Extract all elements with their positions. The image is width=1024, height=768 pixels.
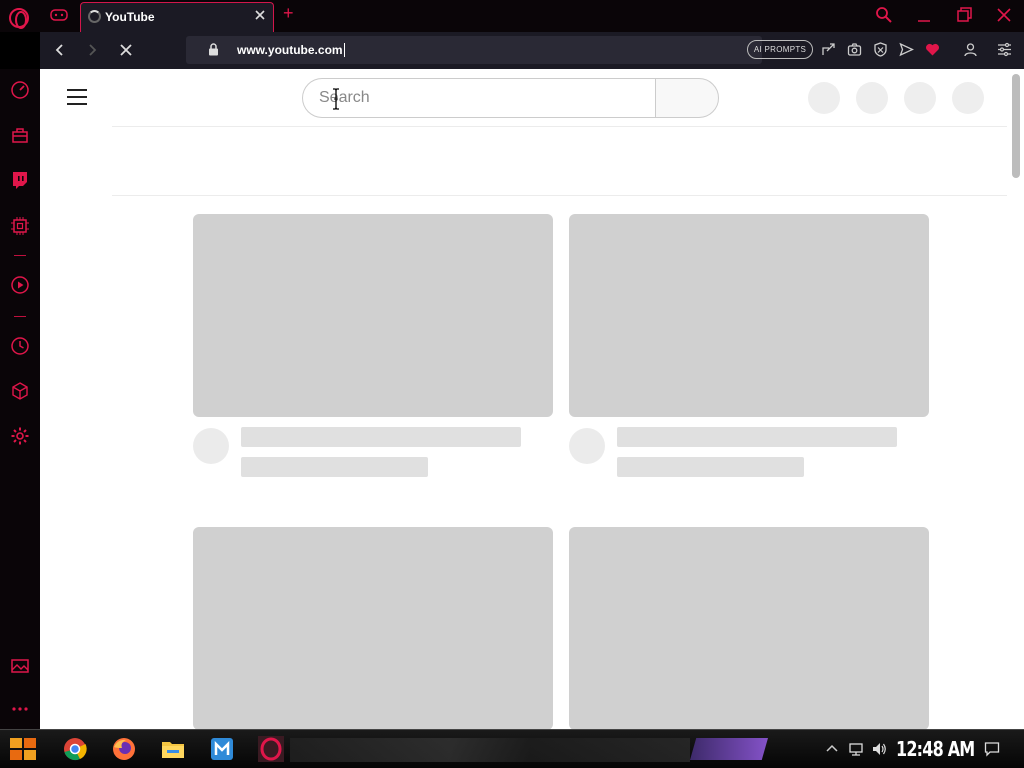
gx-control-icon[interactable] — [50, 8, 68, 22]
browser-sidebar — [0, 69, 40, 729]
ai-prompts-button[interactable]: AI PROMPTS — [747, 40, 813, 59]
forward-button[interactable] — [84, 42, 100, 58]
taskbar-clock[interactable]: 12:48 AM — [896, 737, 975, 761]
meta-placeholder — [617, 457, 804, 477]
search-tabs-icon[interactable] — [875, 6, 893, 24]
text-cursor-icon — [333, 88, 339, 110]
address-bar: www.youtube.com AI PROMPTS — [40, 32, 1024, 69]
speed-dial-icon[interactable] — [10, 80, 30, 100]
sidebar-divider — [14, 255, 26, 256]
thumbnail-placeholder — [193, 527, 553, 729]
youtube-page — [40, 69, 1024, 729]
tab-close-icon[interactable] — [253, 8, 267, 22]
menu-line — [67, 96, 87, 98]
maxthon-icon[interactable] — [208, 735, 236, 763]
menu-line — [67, 103, 87, 105]
header-divider — [112, 126, 1007, 127]
lock-icon[interactable] — [208, 43, 219, 56]
channel-avatar-placeholder — [569, 428, 605, 464]
taskbar-accent-decoration — [690, 738, 768, 760]
minimize-button[interactable] — [915, 6, 933, 24]
share-icon[interactable] — [821, 42, 836, 57]
camera-icon[interactable] — [847, 42, 862, 57]
volume-icon[interactable] — [871, 741, 887, 757]
send-icon[interactable] — [899, 42, 914, 57]
close-window-button[interactable] — [995, 6, 1013, 24]
gx-control-panel-icon[interactable] — [10, 216, 30, 236]
back-button[interactable] — [52, 42, 68, 58]
file-explorer-icon[interactable] — [159, 735, 187, 763]
url-text[interactable]: www.youtube.com — [237, 43, 345, 57]
thumbnail-placeholder — [569, 214, 929, 417]
gx-corner-icon[interactable] — [10, 125, 30, 145]
firefox-icon[interactable] — [110, 735, 138, 763]
thumbnail-placeholder — [569, 527, 929, 729]
header-button-placeholder — [856, 82, 888, 114]
chips-divider — [112, 195, 1007, 196]
show-hidden-icons-chevron-icon[interactable] — [824, 741, 840, 757]
thumbnail-placeholder — [193, 214, 553, 417]
guide-menu-button[interactable] — [67, 89, 87, 105]
header-button-placeholder — [904, 82, 936, 114]
history-icon[interactable] — [10, 336, 30, 356]
tab-title: YouTube — [105, 10, 155, 24]
start-button[interactable] — [8, 736, 38, 763]
action-center-icon[interactable] — [984, 741, 1000, 757]
opera-gx-taskbar-icon[interactable] — [257, 735, 285, 763]
stop-loading-button[interactable] — [118, 42, 134, 58]
restore-button[interactable] — [955, 6, 973, 24]
search-button[interactable] — [655, 78, 719, 118]
url-field[interactable]: www.youtube.com — [186, 36, 762, 64]
extensions-cube-icon[interactable] — [10, 381, 30, 401]
search-box[interactable] — [302, 78, 656, 118]
sidebar-divider — [14, 316, 26, 317]
meta-placeholder — [241, 457, 428, 477]
tab-youtube[interactable]: YouTube — [80, 2, 274, 32]
page-scrollbar[interactable] — [1012, 74, 1020, 178]
title-bar: YouTube + — [0, 0, 1024, 32]
title-placeholder — [617, 427, 897, 447]
windows-taskbar: 12:48 AM — [0, 729, 1024, 768]
search-input[interactable] — [319, 89, 639, 107]
loading-spinner-icon — [88, 10, 101, 23]
new-tab-button[interactable]: + — [283, 4, 294, 22]
wallpaper-image-icon[interactable] — [10, 656, 30, 676]
easy-setup-icon[interactable] — [997, 42, 1012, 57]
opera-menu-icon[interactable] — [9, 8, 29, 29]
network-icon[interactable] — [848, 741, 864, 757]
settings-gear-icon[interactable] — [10, 426, 30, 446]
avatar-placeholder — [952, 82, 984, 114]
header-button-placeholder — [808, 82, 840, 114]
menu-line — [67, 89, 87, 91]
channel-avatar-placeholder — [193, 428, 229, 464]
profile-icon[interactable] — [963, 42, 978, 57]
my-flow-heart-icon[interactable] — [925, 42, 940, 57]
player-icon[interactable] — [10, 275, 30, 295]
text-caret — [343, 43, 345, 57]
twitch-icon[interactable] — [10, 170, 30, 190]
taskbar-decoration — [290, 738, 690, 762]
ad-blocker-icon[interactable] — [873, 42, 888, 57]
more-options-icon[interactable] — [10, 699, 30, 719]
chrome-icon[interactable] — [61, 735, 89, 763]
title-placeholder — [241, 427, 521, 447]
